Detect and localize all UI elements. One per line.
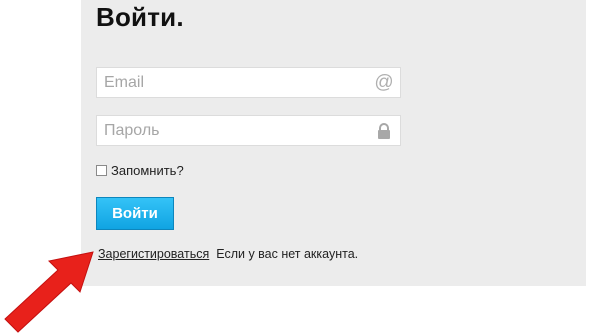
register-link[interactable]: Зарегистироваться [98, 247, 209, 261]
remember-label: Запомнить? [111, 163, 184, 178]
password-field[interactable] [97, 116, 374, 145]
lock-icon [374, 121, 394, 141]
red-arrow-icon [4, 251, 94, 333]
register-hint: Если у вас нет аккаунта. [216, 247, 359, 261]
remember-me[interactable]: Запомнить? [96, 163, 184, 178]
at-icon: @ [374, 72, 394, 93]
email-field-container: @ [96, 67, 401, 98]
password-field-container [96, 115, 401, 146]
remember-checkbox[interactable] [96, 165, 107, 176]
email-field[interactable] [97, 68, 374, 97]
register-row: Зарегистироваться Если у вас нет аккаунта… [98, 247, 358, 261]
login-button[interactable]: Войти [96, 197, 174, 230]
page-title: Войти. [96, 2, 184, 32]
